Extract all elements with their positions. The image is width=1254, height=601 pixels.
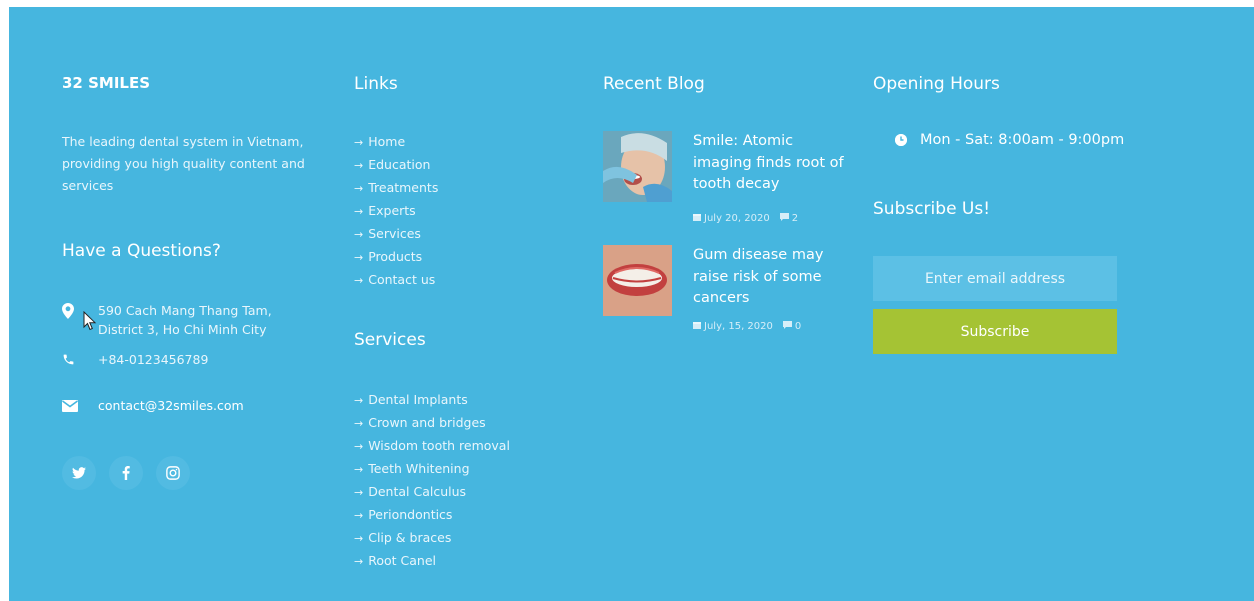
- opening-hours-text: Mon - Sat: 8:00am - 9:00pm: [920, 132, 1125, 148]
- service-wisdom-tooth[interactable]: → Wisdom tooth removal: [354, 435, 510, 458]
- phone-row[interactable]: +84-0123456789: [62, 350, 208, 369]
- services-list: → Dental Implants → Crown and bridges → Wis…: [354, 389, 510, 573]
- service-periondontics[interactable]: → Periondontics: [354, 504, 510, 527]
- blog-post-date: July, 15, 2020: [704, 321, 773, 332]
- blog-post-comments: 2: [791, 213, 799, 224]
- email-text: contact@32smiles.com: [98, 398, 244, 413]
- calendar-icon: [693, 213, 701, 224]
- email-input[interactable]: [873, 256, 1117, 301]
- social-links: [62, 456, 203, 490]
- brand-description: The leading dental system in Vietnam, pr…: [62, 134, 305, 193]
- mouse-cursor-icon: [83, 311, 97, 331]
- envelope-icon: [62, 396, 98, 415]
- subscribe-button[interactable]: Subscribe: [873, 309, 1117, 354]
- contact-heading: Have a Questions?: [62, 241, 221, 261]
- blog-heading: Recent Blog: [603, 74, 705, 94]
- hours-heading: Opening Hours: [873, 74, 1000, 94]
- link-services[interactable]: → Services: [354, 223, 438, 246]
- link-education[interactable]: → Education: [354, 154, 438, 177]
- service-clip-braces[interactable]: → Clip & braces: [354, 527, 510, 550]
- service-dental-implants[interactable]: → Dental Implants: [354, 389, 510, 412]
- blog-post-date: July 20, 2020: [704, 213, 770, 224]
- blog-post-comments: 0: [794, 321, 802, 332]
- service-teeth-whitening[interactable]: → Teeth Whitening: [354, 458, 510, 481]
- email-row[interactable]: contact@32smiles.com: [62, 396, 244, 415]
- site-footer: 32 SMILES The leading dental system in V…: [9, 7, 1254, 601]
- service-crown-bridges[interactable]: → Crown and bridges: [354, 412, 510, 435]
- clock-icon: [895, 134, 907, 146]
- blog-thumbnail[interactable]: [603, 131, 672, 202]
- phone-icon: [62, 350, 98, 369]
- twitter-icon[interactable]: [62, 456, 96, 490]
- brand-title: 32 SMILES: [62, 74, 151, 92]
- facebook-icon[interactable]: [109, 456, 143, 490]
- phone-text: +84-0123456789: [98, 352, 209, 367]
- comment-icon: [779, 213, 789, 224]
- instagram-icon[interactable]: [156, 456, 190, 490]
- comment-icon: [782, 321, 792, 332]
- blog-post-title[interactable]: Smile: Atomic imaging finds root of toot…: [693, 131, 853, 196]
- link-products[interactable]: → Products: [354, 246, 438, 269]
- blog-post-title[interactable]: Gum disease may raise risk of some cance…: [693, 245, 853, 310]
- service-root-canel[interactable]: → Root Canel: [354, 550, 510, 573]
- services-heading: Services: [354, 330, 426, 350]
- address-text: 590 Cach Mang Thang Tam, District 3, Ho …: [98, 303, 272, 337]
- blog-thumbnail[interactable]: [603, 245, 672, 316]
- link-experts[interactable]: → Experts: [354, 200, 438, 223]
- links-list: → Home → Education → Treatments → Experts → S…: [354, 131, 438, 292]
- links-heading: Links: [354, 74, 398, 94]
- subscribe-heading: Subscribe Us!: [873, 199, 991, 219]
- link-treatments[interactable]: → Treatments: [354, 177, 438, 200]
- calendar-icon: [693, 321, 701, 332]
- opening-hours: Mon - Sat: 8:00am - 9:00pm: [895, 132, 1124, 148]
- link-home[interactable]: → Home: [354, 131, 438, 154]
- blog-post-meta: July 20, 2020 2: [693, 213, 798, 224]
- service-dental-calculus[interactable]: → Dental Calculus: [354, 481, 510, 504]
- link-contact-us[interactable]: → Contact us: [354, 269, 438, 292]
- blog-post-meta: July, 15, 2020 0: [693, 321, 801, 332]
